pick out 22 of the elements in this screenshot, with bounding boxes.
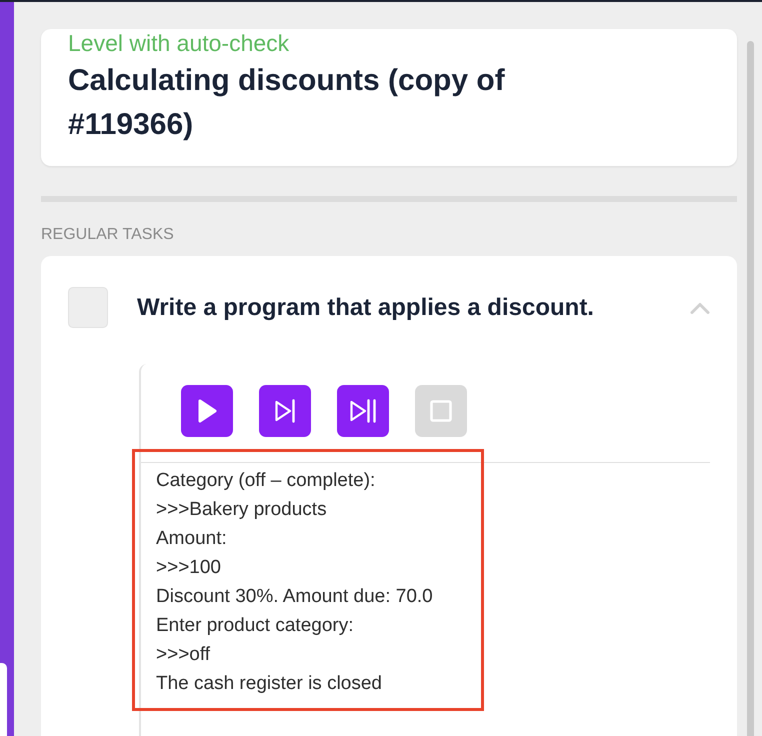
console-line: >>>100 xyxy=(156,556,221,580)
console-line: Enter product category: xyxy=(156,614,354,638)
run-button[interactable] xyxy=(181,385,233,437)
step-forward-icon xyxy=(274,399,296,423)
console-line: >>>off xyxy=(156,643,210,667)
step-through-button[interactable] xyxy=(337,385,389,437)
level-type-label: Level with auto-check xyxy=(68,30,290,56)
stop-icon xyxy=(430,400,452,422)
console-line: >>>Bakery products xyxy=(156,498,327,522)
section-label: REGULAR TASKS xyxy=(41,225,174,245)
console-line: Category (off – complete): xyxy=(156,469,376,493)
skip-forward-icon xyxy=(350,399,376,423)
chevron-up-icon[interactable] xyxy=(690,302,710,314)
console-line: Discount 30%. Amount due: 70.0 xyxy=(156,585,433,609)
console-line: The cash register is closed xyxy=(156,672,382,696)
task-title: Write a program that applies a discount. xyxy=(137,292,595,322)
checkbox[interactable] xyxy=(68,287,108,328)
step-button[interactable] xyxy=(259,385,311,437)
play-icon xyxy=(198,399,216,423)
scrollbar-thumb[interactable] xyxy=(747,41,754,736)
console-line: Amount: xyxy=(156,527,227,551)
level-title: Calculating discounts (copy of #119366) xyxy=(68,63,506,143)
